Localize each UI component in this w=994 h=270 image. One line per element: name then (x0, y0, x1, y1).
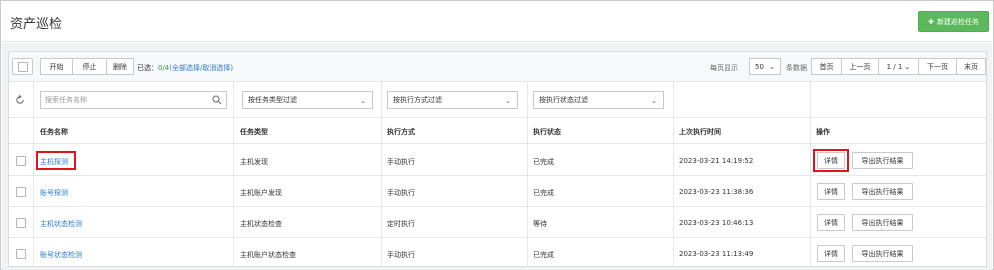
first-page-button[interactable]: 首页 (811, 58, 842, 75)
table-row: 账号探测 主机账户发现 手动执行 已完成 2023-03-23 11:38:36… (9, 176, 986, 207)
task-name-search-input[interactable]: 搜索任务名称 (40, 91, 227, 109)
per-page-label: 每页显示 (710, 64, 738, 72)
task-type-cell: 主机账户发现 (240, 189, 282, 197)
chevron-down-icon: ⌄ (769, 62, 775, 71)
column-header-last-run[interactable]: 上次执行时间 (679, 127, 721, 137)
exec-mode-filter-label: 按执行方式过滤 (393, 96, 442, 104)
next-page-button[interactable]: 下一页 (919, 58, 957, 75)
highlight-box (36, 151, 76, 170)
toolbar: 开始 停止 删除 已选：0/4(全部选择/取消选择) 每页显示 50 ⌄ 条数据… (9, 52, 986, 82)
search-placeholder: 搜索任务名称 (45, 96, 87, 104)
table-header: 任务名称 任务类型 执行方式 执行状态 上次执行时间 操作 (9, 119, 986, 144)
page-indicator[interactable]: 1 / 1 ⌄ (879, 58, 919, 75)
row-checkbox[interactable] (16, 249, 26, 259)
search-icon[interactable] (212, 95, 222, 105)
new-task-label: 新建巡检任务 (936, 17, 979, 26)
last-run-cell: 2023-03-21 14:19:52 (679, 157, 754, 165)
page-header: 资产巡检 ✚ 新建巡检任务 (2, 2, 992, 42)
refresh-icon[interactable] (15, 95, 26, 106)
per-page-select[interactable]: 50 ⌄ (749, 58, 781, 75)
cancel-select-link[interactable]: 取消选择) (202, 64, 233, 72)
chevron-down-icon: ⌄ (505, 97, 511, 105)
exec-mode-cell: 手动执行 (387, 189, 415, 197)
chevron-down-icon: ⌄ (360, 97, 366, 105)
highlight-box (813, 149, 849, 172)
task-name-link[interactable]: 账号状态检测 (40, 250, 82, 260)
detail-button[interactable]: 详情 (817, 245, 845, 262)
exec-status-cell: 已完成 (533, 251, 554, 259)
task-name-link[interactable]: 账号探测 (40, 188, 68, 198)
exec-mode-cell: 手动执行 (387, 251, 415, 259)
column-header-exec-status[interactable]: 执行状态 (533, 127, 561, 137)
task-type-cell: 主机状态检查 (240, 220, 282, 228)
selected-prefix: 已选： (137, 64, 158, 72)
new-inspection-task-button[interactable]: ✚ 新建巡检任务 (918, 11, 989, 32)
last-run-cell: 2023-03-23 10:46:13 (679, 219, 754, 227)
task-name-link[interactable]: 主机状态检测 (40, 219, 82, 229)
chevron-down-icon: ⌄ (904, 62, 911, 71)
start-button[interactable]: 开始 (40, 58, 73, 75)
exec-mode-filter-select[interactable]: 按执行方式过滤 ⌄ (387, 91, 518, 109)
prev-page-button[interactable]: 上一页 (842, 58, 879, 75)
detail-button[interactable]: 详情 (817, 214, 845, 231)
per-page-value: 50 (755, 62, 764, 71)
export-results-button[interactable]: 导出执行结果 (852, 152, 913, 169)
detail-button[interactable]: 详情 (817, 183, 845, 200)
stop-button[interactable]: 停止 (73, 58, 107, 75)
export-results-button[interactable]: 导出执行结果 (852, 214, 913, 231)
selected-count: 0/4 (158, 64, 170, 72)
select-all-checkbox-button[interactable] (12, 58, 33, 75)
column-header-task-type[interactable]: 任务类型 (240, 127, 268, 137)
exec-status-filter-select[interactable]: 按执行状态过滤 ⌄ (533, 91, 664, 109)
content-area: 开始 停止 删除 已选：0/4(全部选择/取消选择) 每页显示 50 ⌄ 条数据… (2, 43, 992, 270)
exec-mode-cell: 定时执行 (387, 220, 415, 228)
delete-button[interactable]: 删除 (107, 58, 134, 75)
last-run-cell: 2023-03-23 11:38:36 (679, 188, 754, 196)
table-row: 主机探测 主机发现 手动执行 已完成 2023-03-21 14:19:52 详… (9, 145, 986, 176)
page-title: 资产巡检 (10, 17, 63, 32)
exec-status-cell: 已完成 (533, 189, 554, 197)
export-results-button[interactable]: 导出执行结果 (852, 245, 913, 262)
last-page-button[interactable]: 末页 (957, 58, 986, 75)
task-type-filter-label: 按任务类型过滤 (248, 96, 297, 104)
table-row: 主机状态检测 主机状态检查 定时执行 等待 2023-03-23 10:46:1… (9, 207, 986, 238)
filter-row: 搜索任务名称 按任务类型过滤 ⌄ 按执行方式过滤 ⌄ 按执行状态过滤 ⌄ (9, 82, 986, 118)
table-row: 账号状态检测 主机账户状态检查 手动执行 已完成 2023-03-23 11:1… (9, 238, 986, 269)
column-header-actions: 操作 (816, 128, 830, 136)
selection-info: 已选：0/4(全部选择/取消选择) (137, 63, 233, 73)
column-header-exec-mode[interactable]: 执行方式 (387, 127, 415, 137)
chevron-down-icon: ⌄ (651, 97, 657, 105)
row-checkbox[interactable] (16, 218, 26, 228)
task-panel: 开始 停止 删除 已选：0/4(全部选择/取消选择) 每页显示 50 ⌄ 条数据… (8, 51, 987, 267)
task-type-cell: 主机账户状态检查 (240, 251, 296, 259)
exec-mode-cell: 手动执行 (387, 158, 415, 166)
task-type-filter-select[interactable]: 按任务类型过滤 ⌄ (242, 91, 373, 109)
exec-status-cell: 等待 (533, 220, 547, 228)
checkbox[interactable] (18, 62, 28, 72)
plus-icon: ✚ (928, 17, 934, 26)
exec-status-cell: 已完成 (533, 158, 554, 166)
select-all-link[interactable]: (全部选择/ (169, 64, 202, 72)
row-checkbox[interactable] (16, 156, 26, 166)
last-run-cell: 2023-03-23 11:13:49 (679, 250, 754, 258)
column-header-task-name[interactable]: 任务名称 (40, 127, 68, 137)
page-indicator-text: 1 / 1 (886, 62, 903, 71)
row-checkbox[interactable] (16, 187, 26, 197)
exec-status-filter-label: 按执行状态过滤 (539, 96, 588, 104)
export-results-button[interactable]: 导出执行结果 (852, 183, 913, 200)
app-window: 资产巡检 ✚ 新建巡检任务 开始 停止 删除 已选：0/4(全部选择/取消选择)… (0, 0, 994, 270)
per-page-unit: 条数据 (786, 64, 807, 72)
task-type-cell: 主机发现 (240, 158, 268, 166)
